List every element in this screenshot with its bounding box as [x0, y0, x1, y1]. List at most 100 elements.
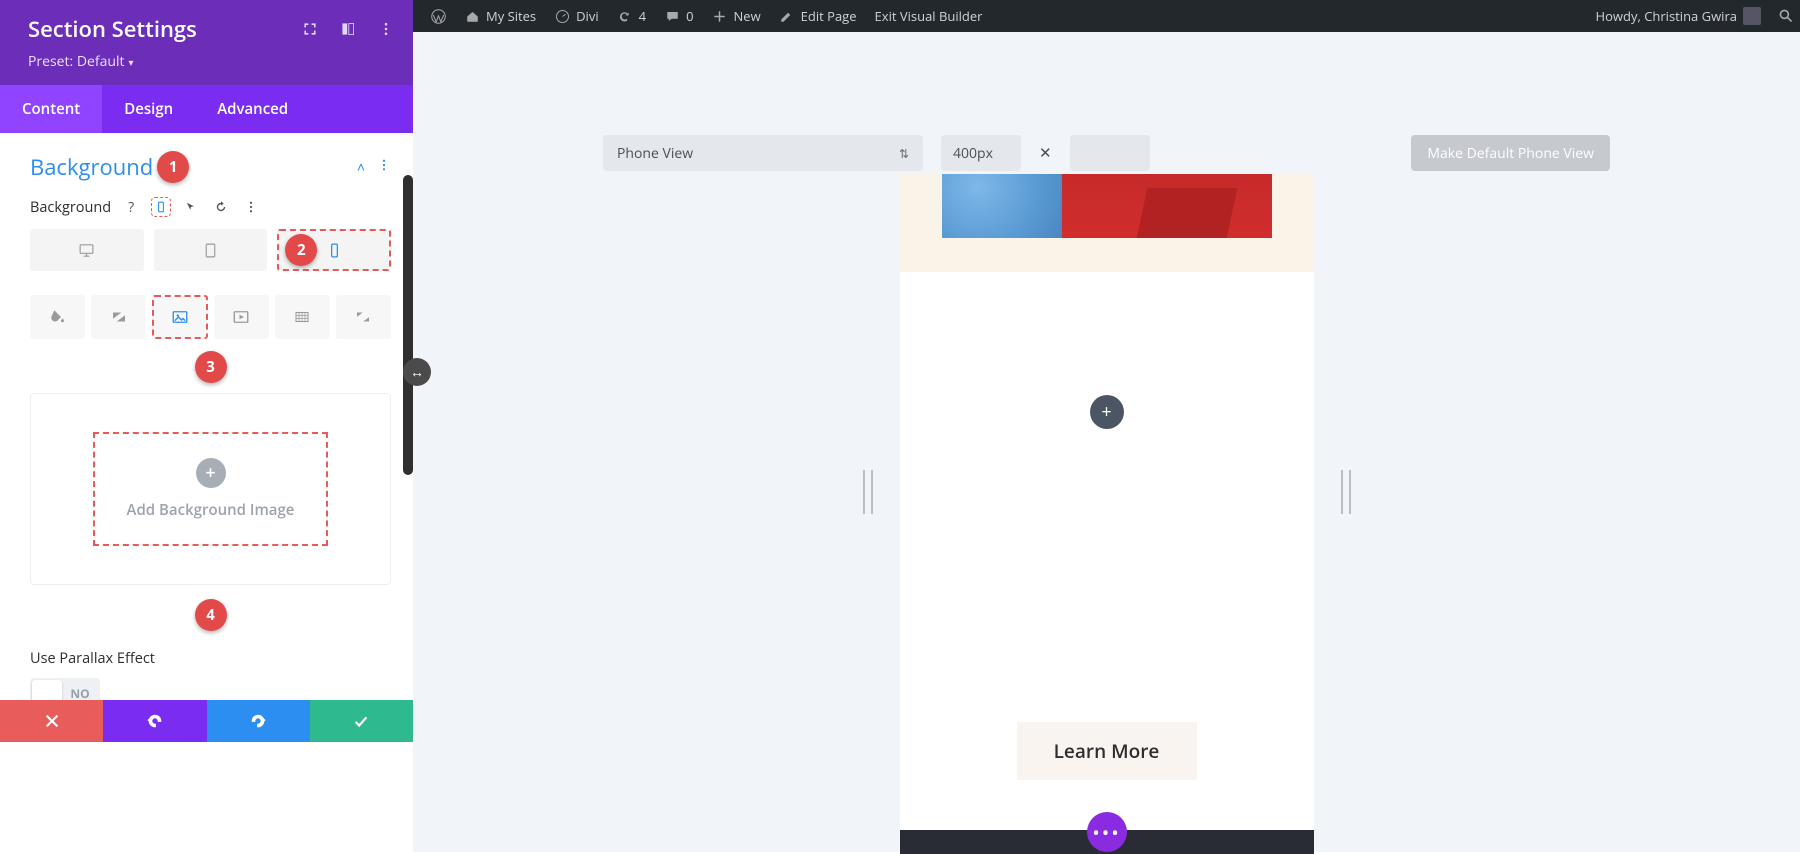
annotation-marker-3: 3 — [195, 351, 227, 383]
search-icon[interactable] — [1778, 8, 1794, 24]
parallax-toggle[interactable]: NO — [30, 678, 100, 700]
howdy-user[interactable]: Howdy, Christina Gwira — [1587, 0, 1770, 32]
edit-page-label: Edit Page — [801, 7, 857, 25]
preset-selector[interactable]: Preset: Default ▾ — [0, 48, 413, 85]
viewport-bar: Phone View ⇅ 400px ✕ Make Default Phone … — [413, 135, 1800, 171]
redo-button[interactable] — [207, 700, 310, 742]
gauge-icon — [554, 8, 570, 24]
bg-mask-tab[interactable] — [336, 295, 391, 339]
viewport-width-input[interactable]: 400px — [941, 135, 1021, 171]
bg-pattern-tab[interactable] — [275, 295, 330, 339]
dropzone-label: Add Background Image — [127, 500, 295, 520]
updates[interactable]: 4 — [608, 0, 655, 32]
make-default-view-button[interactable]: Make Default Phone View — [1411, 135, 1610, 171]
wp-admin-bar: My Sites Divi 4 0 New Edit Page Exit Vis… — [413, 0, 1800, 32]
my-sites-label: My Sites — [486, 7, 536, 25]
reset-icon[interactable] — [211, 197, 231, 217]
background-type-tabs — [30, 295, 391, 339]
device-tabs: 2 — [30, 229, 391, 271]
comments[interactable]: 0 — [655, 0, 702, 32]
viewport-mode-select[interactable]: Phone View ⇅ — [603, 135, 923, 171]
save-button[interactable] — [310, 700, 413, 742]
preview-hero-image — [942, 174, 1272, 238]
plus-icon — [712, 8, 728, 24]
background-label-row: Background ? — [30, 197, 391, 217]
panel-body: Background 1 ˄ Background ? 2 — [0, 133, 413, 700]
new-label: New — [734, 7, 761, 25]
my-sites[interactable]: My Sites — [455, 0, 545, 32]
exit-vb-label: Exit Visual Builder — [875, 7, 983, 25]
viewport-mode-label: Phone View — [617, 144, 693, 163]
phone-preview: + Learn More ••• — [900, 174, 1314, 854]
panel-header: Section Settings Preset: Default ▾ Conten… — [0, 0, 413, 133]
learn-more-button[interactable]: Learn More — [1017, 722, 1197, 780]
frame-resize-right[interactable] — [1341, 470, 1343, 514]
background-label: Background — [30, 198, 111, 217]
label-more-icon[interactable] — [241, 197, 261, 217]
expand-icon[interactable] — [301, 20, 319, 38]
background-image-dropzone[interactable]: + Add Background Image — [30, 393, 391, 585]
panel-tabs: Content Design Advanced — [0, 85, 413, 133]
annotation-marker-4: 4 — [195, 599, 227, 631]
bg-gradient-tab[interactable] — [91, 295, 146, 339]
updates-count: 4 — [639, 7, 646, 25]
pencil-icon — [779, 8, 795, 24]
hover-icon[interactable] — [181, 197, 201, 217]
add-icon: + — [196, 458, 226, 488]
edit-page[interactable]: Edit Page — [770, 0, 866, 32]
bg-video-tab[interactable] — [214, 295, 269, 339]
snap-icon[interactable] — [339, 20, 357, 38]
section-heading[interactable]: Background 1 — [30, 151, 189, 183]
tab-advanced[interactable]: Advanced — [195, 85, 310, 133]
undo-button[interactable] — [103, 700, 206, 742]
comments-count: 0 — [686, 7, 693, 25]
preview-hero-strip — [900, 174, 1314, 238]
bg-color-tab[interactable] — [30, 295, 85, 339]
make-default-label: Make Default Phone View — [1427, 144, 1594, 163]
device-tablet[interactable] — [154, 229, 268, 271]
add-section-button[interactable]: + — [1090, 395, 1124, 429]
device-phone[interactable]: 2 — [277, 229, 391, 271]
wordpress-icon — [430, 8, 446, 24]
site-name-label: Divi — [576, 7, 599, 25]
help-icon[interactable]: ? — [121, 197, 141, 217]
collapse-icon[interactable]: ˄ — [357, 158, 365, 177]
tab-design[interactable]: Design — [102, 85, 195, 133]
wp-logo[interactable] — [421, 0, 455, 32]
bg-image-tab[interactable] — [152, 295, 207, 339]
cancel-button[interactable] — [0, 700, 103, 742]
frame-resize-left[interactable] — [863, 470, 865, 514]
panel-title: Section Settings — [28, 14, 301, 44]
panel-resize-handle[interactable]: ↔ — [403, 358, 431, 386]
section-heading-label: Background — [30, 152, 153, 182]
panel-scrollbar[interactable] — [403, 175, 413, 475]
toggle-value: NO — [62, 685, 98, 701]
device-desktop[interactable] — [30, 229, 144, 271]
tab-content[interactable]: Content — [0, 85, 102, 133]
annotation-marker-1: 1 — [157, 151, 189, 183]
howdy-label: Howdy, Christina Gwira — [1596, 7, 1737, 25]
more-icon[interactable] — [377, 20, 395, 38]
avatar — [1743, 7, 1761, 25]
panel-footer — [0, 700, 413, 742]
preview-canvas: Phone View ⇅ 400px ✕ Make Default Phone … — [413, 32, 1800, 852]
section-more-icon[interactable] — [377, 158, 391, 177]
responsive-icon[interactable] — [151, 197, 171, 217]
learn-more-label: Learn More — [1054, 738, 1160, 764]
toggle-knob — [32, 680, 62, 700]
page-settings-fab[interactable]: ••• — [1087, 812, 1127, 852]
new-content[interactable]: New — [703, 0, 770, 32]
dimension-x: ✕ — [1039, 143, 1052, 163]
caret-down-icon: ▾ — [128, 55, 133, 69]
section-settings-panel: Section Settings Preset: Default ▾ Conten… — [0, 0, 413, 742]
house-icon — [464, 8, 480, 24]
exit-visual-builder[interactable]: Exit Visual Builder — [866, 0, 992, 32]
comment-icon — [664, 8, 680, 24]
frame-resize-left[interactable] — [871, 470, 873, 514]
site-name[interactable]: Divi — [545, 0, 608, 32]
frame-resize-right[interactable] — [1349, 470, 1351, 514]
viewport-height-input[interactable] — [1070, 135, 1150, 171]
select-arrows-icon: ⇅ — [899, 145, 909, 162]
annotation-marker-2: 2 — [285, 234, 317, 266]
preset-label: Preset: Default — [28, 52, 124, 71]
